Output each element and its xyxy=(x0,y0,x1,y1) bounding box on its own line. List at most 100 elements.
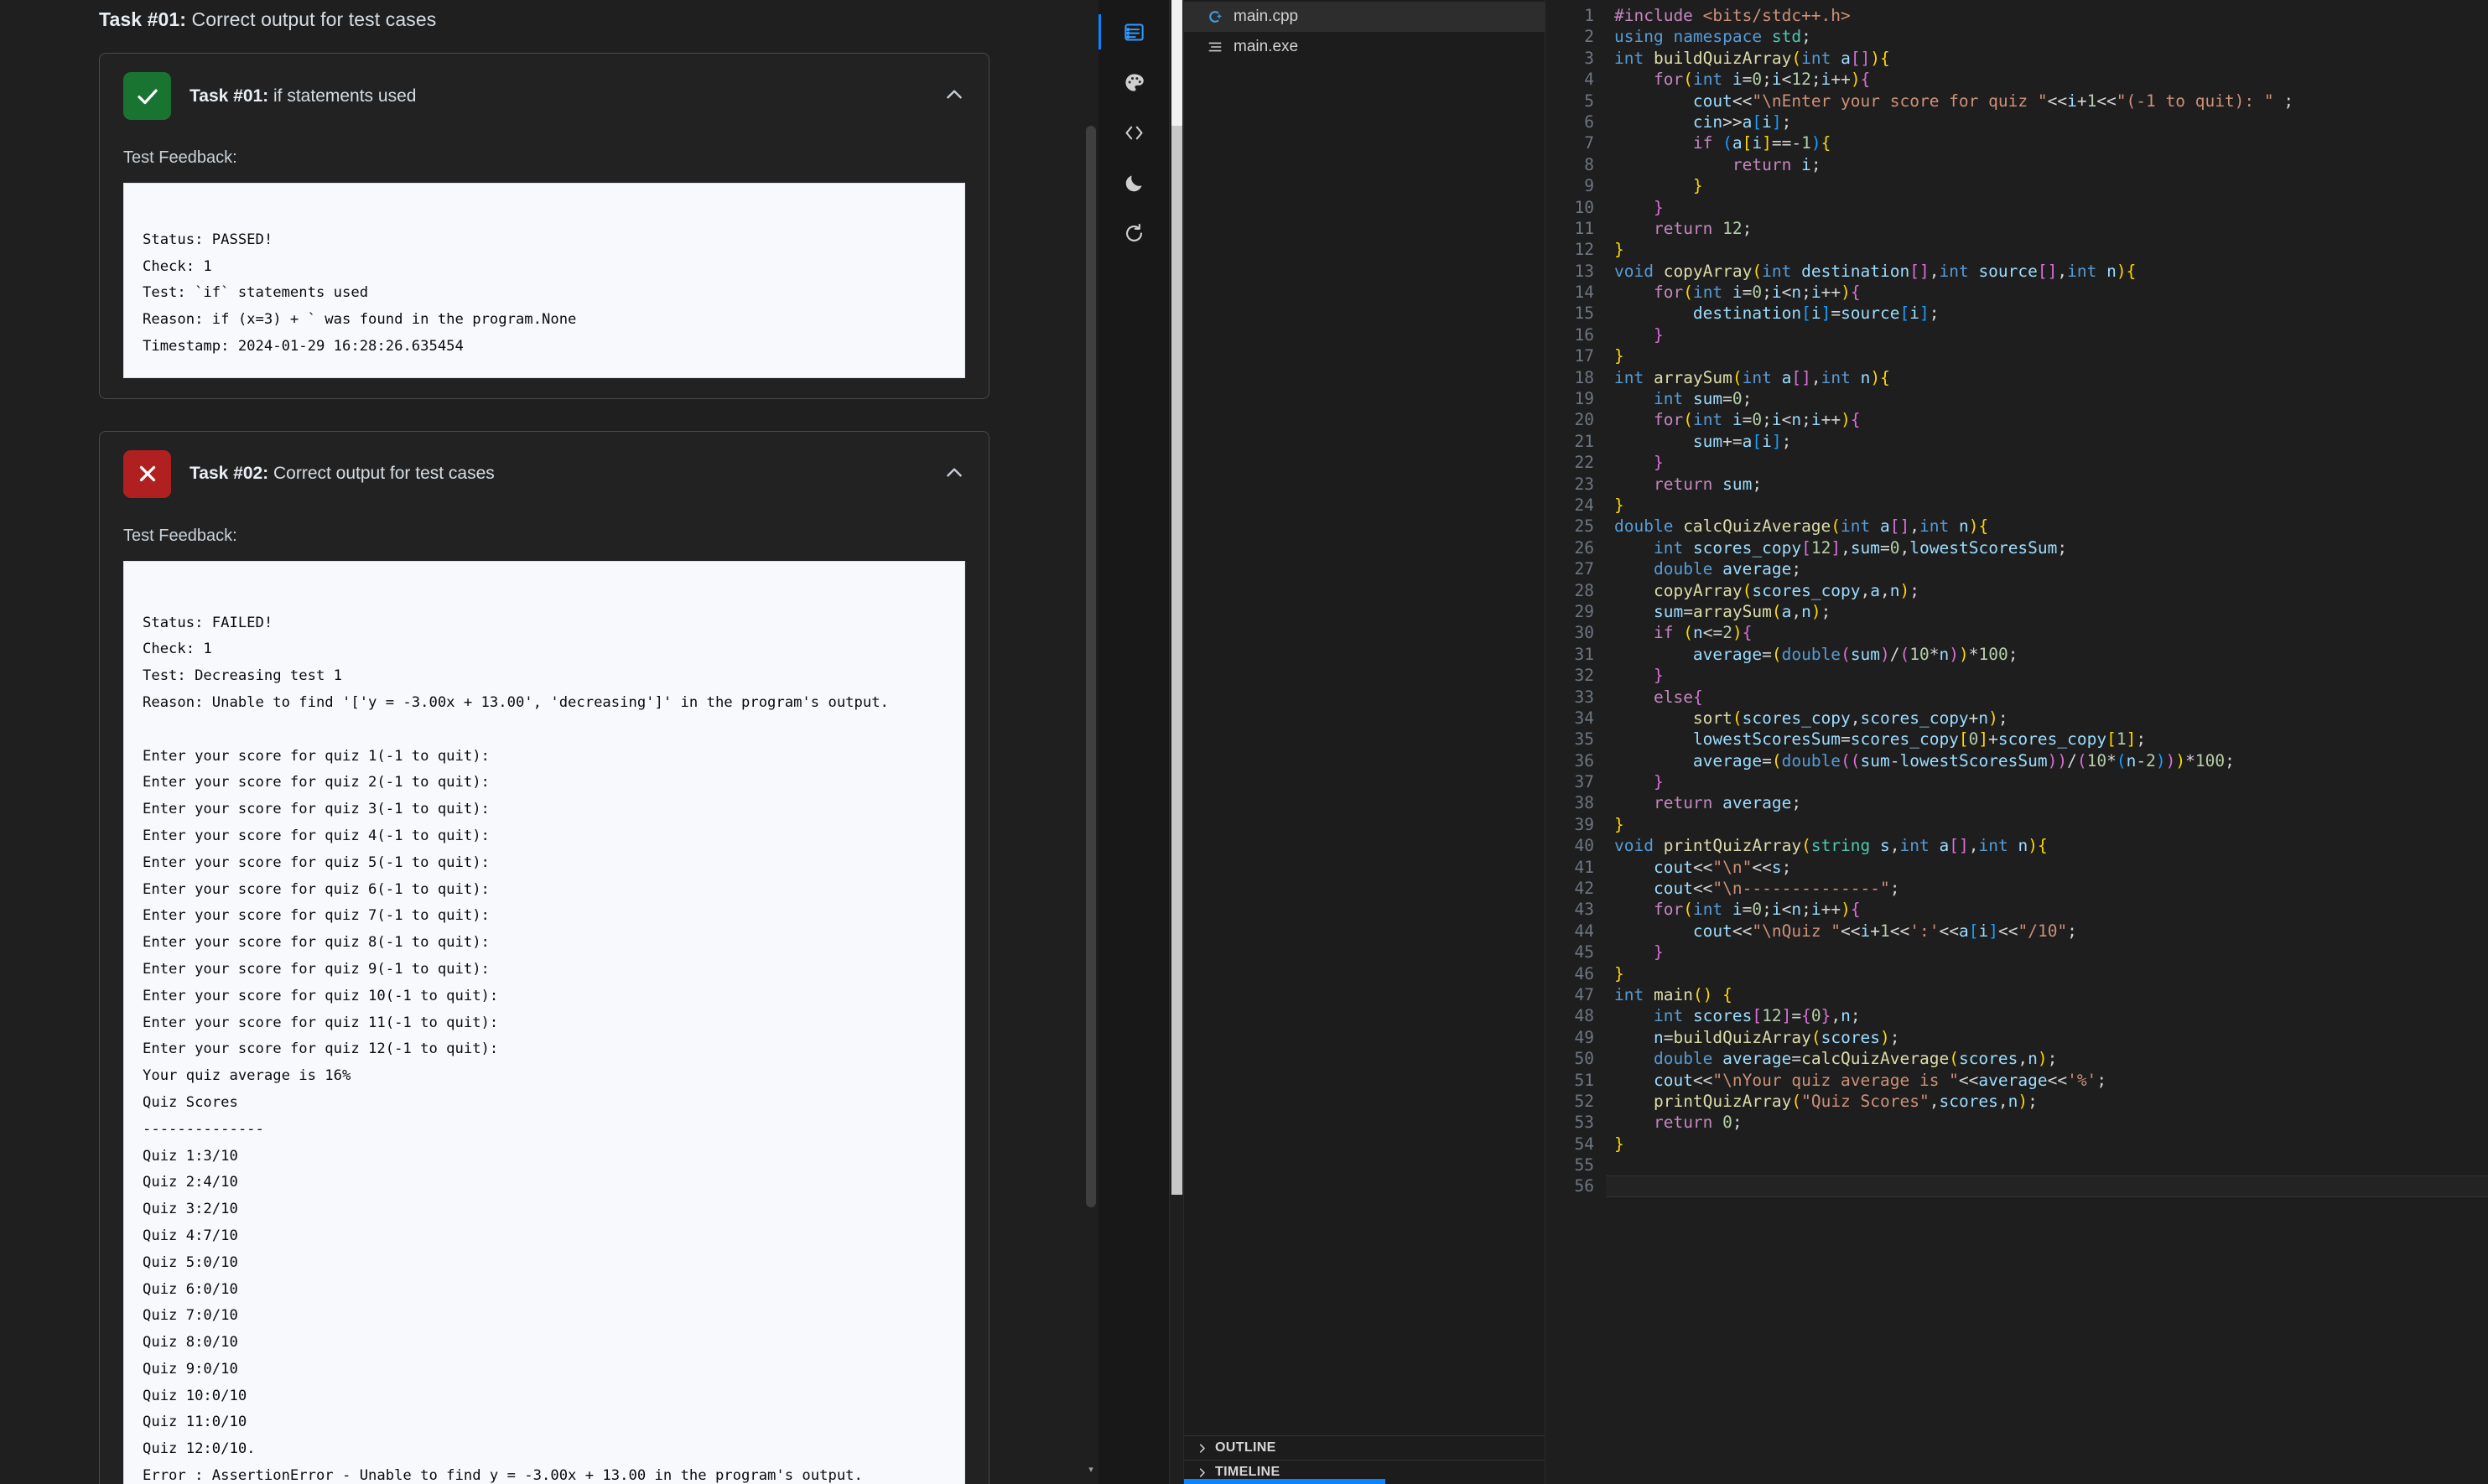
feedback-scrollbar[interactable]: ▾ xyxy=(1083,0,1099,1484)
code-token: ) xyxy=(1810,133,1821,153)
code-token: for xyxy=(1653,70,1684,90)
code-line[interactable]: double average=calcQuizAverage(scores,n)… xyxy=(1614,1048,2488,1069)
task-card-1[interactable]: Task #01: if statements used Test Feedba… xyxy=(99,53,989,399)
code-line[interactable]: void printQuizArray(string s,int a[],int… xyxy=(1614,835,2488,856)
code-line[interactable]: cout<<"\nYour quiz average is "<<average… xyxy=(1614,1070,2488,1091)
code-line[interactable]: int buildQuizArray(int a[]){ xyxy=(1614,48,2488,69)
code-line[interactable]: } xyxy=(1614,197,2488,218)
code-editor[interactable]: 1 2 3 4 5 6 7 8 9 10 11 12 13 14 15 16 17 18 19 20 21 22 23 24 2… xyxy=(1545,0,2488,1484)
rail-item-dark-mode[interactable] xyxy=(1099,158,1170,208)
panel-scrollbar-thumb[interactable] xyxy=(1171,126,1182,1195)
code-line[interactable]: } xyxy=(1614,324,2488,345)
code-token: "\n" xyxy=(1712,857,1753,877)
code-line[interactable]: sort(scores_copy,scores_copy+n); xyxy=(1614,708,2488,729)
section-outline[interactable]: OUTLINE xyxy=(1184,1435,1545,1460)
line-number: 6 xyxy=(1584,112,1594,132)
code-line[interactable]: } xyxy=(1614,495,2488,516)
code-line[interactable]: cout<<"\n"<<s; xyxy=(1614,857,2488,878)
code-line[interactable]: if (n<=2){ xyxy=(1614,622,2488,643)
task-1-collapse-toggle[interactable] xyxy=(943,84,965,106)
code-line[interactable]: using namespace std; xyxy=(1614,26,2488,47)
code-line[interactable]: #include <bits/stdc++.h> xyxy=(1614,5,2488,26)
file-item-main-cpp[interactable]: main.cpp xyxy=(1184,2,1545,32)
code-line[interactable]: int main() { xyxy=(1614,984,2488,1005)
code-line[interactable]: } xyxy=(1614,665,2488,686)
code-line[interactable]: } xyxy=(1614,1134,2488,1155)
code-line[interactable]: cout<<"\nEnter your score for quiz "<<i+… xyxy=(1614,91,2488,112)
code-line[interactable]: destination[i]=source[i]; xyxy=(1614,303,2488,324)
code-line[interactable]: int scores_copy[12],sum=0,lowestScoresSu… xyxy=(1614,537,2488,558)
code-line[interactable]: for(int i=0;i<n;i++){ xyxy=(1614,282,2488,303)
code-token: 12 xyxy=(1810,537,1831,558)
line-number: 44 xyxy=(1574,921,1594,941)
code-line[interactable]: } xyxy=(1614,814,2488,835)
code-token: cout xyxy=(1692,91,1732,111)
rail-item-theme[interactable] xyxy=(1099,57,1170,107)
task-card-2[interactable]: Task #02: Correct output for test cases … xyxy=(99,430,989,1484)
code-token: n xyxy=(1692,623,1703,643)
code-token: 0 xyxy=(1810,1006,1821,1026)
code-token: ] xyxy=(1771,112,1782,132)
feedback-scrollbar-thumb[interactable] xyxy=(1086,126,1096,1207)
code-line[interactable]: return 12; xyxy=(1614,218,2488,239)
code-line[interactable]: } xyxy=(1614,452,2488,473)
code-line[interactable]: copyArray(scores_copy,a,n); xyxy=(1614,580,2488,601)
code-line[interactable]: for(int i=0;i<12;i++){ xyxy=(1614,69,2488,90)
code-line[interactable]: } xyxy=(1614,963,2488,984)
code-line[interactable] xyxy=(1614,1155,2488,1175)
status-accent-bar xyxy=(1184,1479,1385,1484)
task-2-collapse-toggle[interactable] xyxy=(943,462,965,484)
code-line[interactable]: for(int i=0;i<n;i++){ xyxy=(1614,899,2488,920)
code-token: = xyxy=(1762,644,1772,664)
code-line[interactable]: return 0; xyxy=(1614,1112,2488,1133)
code-token: [] xyxy=(2037,261,2058,281)
panel-scrollbar[interactable] xyxy=(1170,0,1184,1484)
task-1-title-rest: if statements used xyxy=(268,86,417,106)
code-line[interactable]: } xyxy=(1614,239,2488,260)
code-line[interactable]: else{ xyxy=(1614,687,2488,708)
code-line[interactable]: cout<<"\n--------------"; xyxy=(1614,878,2488,899)
code-line[interactable]: int sum=0; xyxy=(1614,388,2488,409)
code-line[interactable]: return sum; xyxy=(1614,474,2488,495)
code-line[interactable]: } xyxy=(1614,175,2488,196)
scroll-down-icon[interactable]: ▾ xyxy=(1083,1461,1099,1477)
rail-item-refresh[interactable] xyxy=(1099,208,1170,258)
code-line[interactable]: double calcQuizAverage(int a[],int n){ xyxy=(1614,516,2488,537)
code-line[interactable]: sum+=a[i]; xyxy=(1614,431,2488,452)
code-line[interactable] xyxy=(1606,1175,2488,1197)
code-line[interactable]: printQuizArray("Quiz Scores",scores,n); xyxy=(1614,1091,2488,1112)
rail-item-code[interactable] xyxy=(1099,107,1170,158)
code-token: ( xyxy=(1732,367,1743,387)
code-line[interactable]: } xyxy=(1614,942,2488,963)
code-line[interactable]: average=(double((sum-lowestScoresSum))/(… xyxy=(1614,750,2488,771)
code-line[interactable]: average=(double(sum)/(10*n))*100; xyxy=(1614,644,2488,665)
code-line[interactable]: } xyxy=(1614,345,2488,366)
code-line[interactable]: int arraySum(int a[],int n){ xyxy=(1614,367,2488,388)
code-content[interactable]: #include <bits/stdc++.h> using namespace … xyxy=(1606,5,2488,1484)
activity-rail xyxy=(1098,0,1170,1484)
code-line[interactable]: double average; xyxy=(1614,558,2488,579)
code-token: average xyxy=(1978,1070,2048,1090)
code-line[interactable]: n=buildQuizArray(scores); xyxy=(1614,1027,2488,1048)
code-token: scores xyxy=(1958,1049,2018,1069)
code-line[interactable]: if (a[i]==-1){ xyxy=(1614,132,2488,153)
rail-item-tasks[interactable] xyxy=(1098,7,1170,57)
code-line[interactable]: cout<<"\nQuiz "<<i+1<<':'<<a[i]<<"/10"; xyxy=(1614,921,2488,942)
code-token: ( xyxy=(2076,750,2087,771)
code-line[interactable]: cin>>a[i]; xyxy=(1614,112,2488,132)
code-line[interactable]: return i; xyxy=(1614,154,2488,175)
file-item-main-exe[interactable]: main.exe xyxy=(1184,32,1545,62)
task-2-feedback-label: Test Feedback: xyxy=(123,526,237,545)
code-line[interactable]: int scores[12]={0},n; xyxy=(1614,1005,2488,1026)
code-line[interactable]: for(int i=0;i<n;i++){ xyxy=(1614,409,2488,430)
code-line[interactable]: return average; xyxy=(1614,792,2488,813)
code-line[interactable]: lowestScoresSum=scores_copy[0]+scores_co… xyxy=(1614,729,2488,750)
code-line[interactable]: } xyxy=(1614,771,2488,792)
code-token: * xyxy=(2106,750,2117,771)
task-card-2-header[interactable]: Task #02: Correct output for test cases xyxy=(123,449,965,498)
code-line[interactable]: void copyArray(int destination[],int sou… xyxy=(1614,261,2488,282)
code-line[interactable]: sum=arraySum(a,n); xyxy=(1614,601,2488,622)
code-token: sum xyxy=(1860,750,1890,771)
task-card-1-header[interactable]: Task #01: if statements used xyxy=(123,72,965,120)
